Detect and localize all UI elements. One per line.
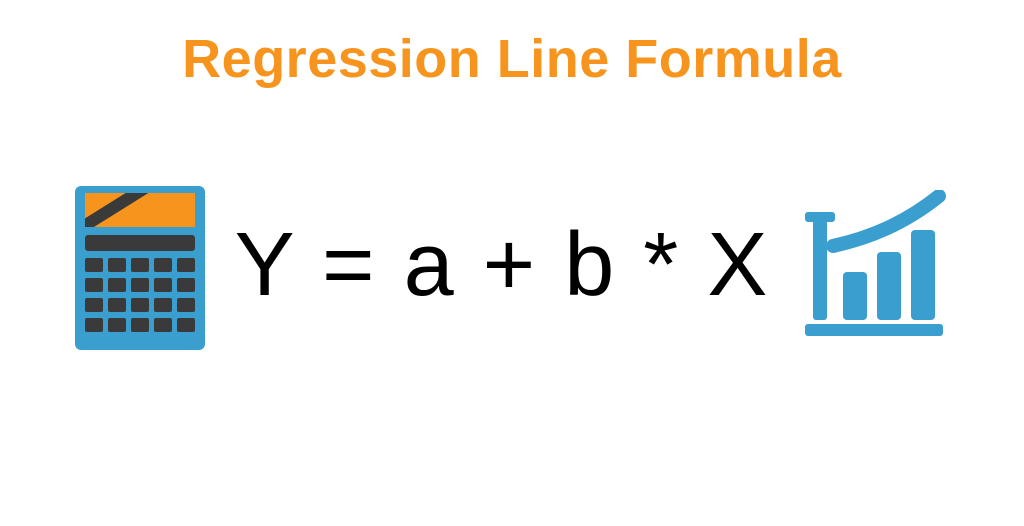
formula-text: Y = a + b * X [235, 214, 770, 317]
growth-chart-icon [799, 190, 949, 340]
formula-row: Y = a + b * X [0, 180, 1024, 350]
calculator-icon [75, 180, 205, 350]
page-title: Regression Line Formula [0, 28, 1024, 90]
